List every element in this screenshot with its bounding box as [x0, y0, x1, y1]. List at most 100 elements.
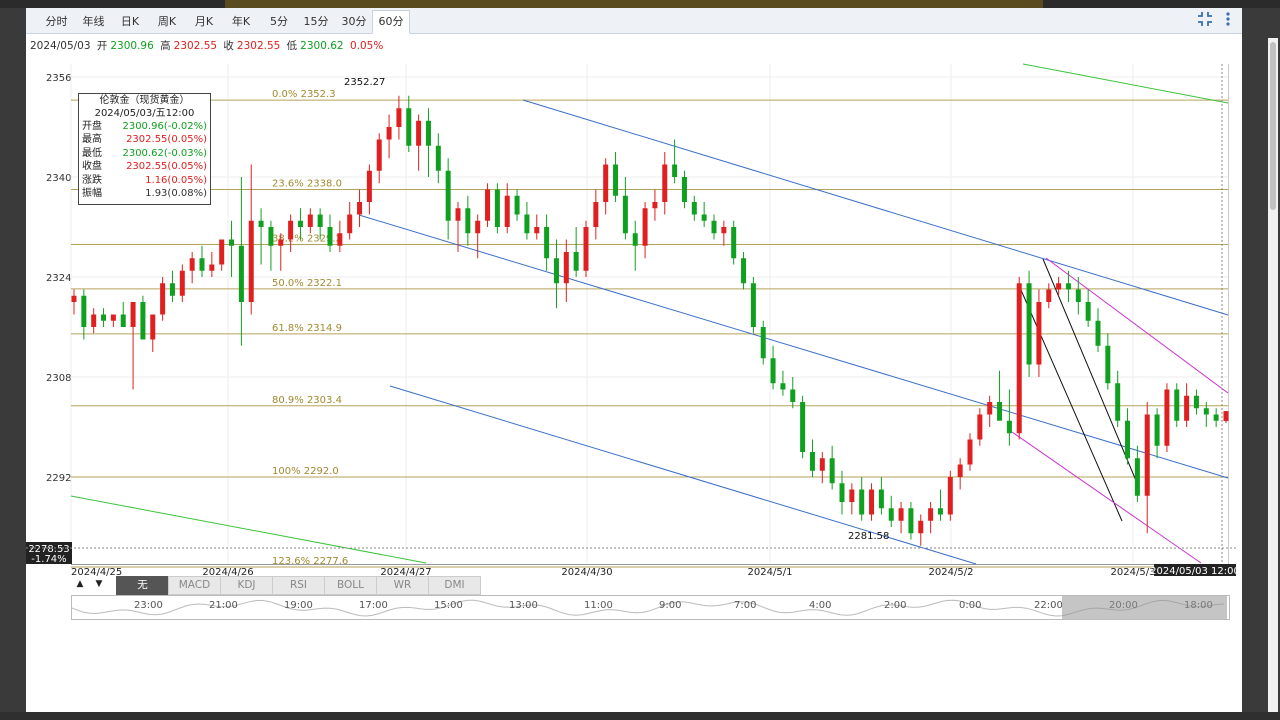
fib-label: 61.8% 2314.9	[272, 323, 342, 334]
ohlc-info-bar: 2024/05/03 开 2300.96 高 2302.55 收 2302.55 低2…	[30, 38, 386, 53]
navigator-time-label: 23:00	[134, 600, 163, 611]
window-top-strip	[0, 0, 1280, 8]
candle-body	[140, 302, 146, 340]
candle-body	[81, 295, 87, 327]
candle-body	[396, 108, 402, 127]
candle-body	[987, 402, 993, 415]
current-change-label: -1.74%	[31, 554, 66, 565]
tooltip-row-label: 最高	[82, 134, 102, 146]
info-low-value: 2300.62	[300, 40, 344, 52]
candle-body	[583, 227, 589, 271]
indicator-next-button[interactable]: ▼	[90, 576, 108, 593]
period-tabs: 分时 年线 日K 周K 月K 年K 5分 15分 30分 60分	[26, 8, 1242, 34]
time-navigator[interactable]: 23:00 21:00 19:00 17:00 15:00 13:00 11:00 9:00 7…	[71, 595, 1230, 620]
indicator-macd[interactable]: MACD	[168, 576, 221, 595]
candle-body	[918, 520, 924, 534]
candle-body	[347, 214, 353, 234]
tab-daily-k[interactable]: 日K	[115, 11, 145, 33]
indicator-prev-button[interactable]: ▲	[71, 576, 89, 593]
navigator-time-label: 13:00	[509, 600, 538, 611]
candle-body	[937, 508, 943, 515]
tab-intraday[interactable]: 分时	[39, 11, 74, 33]
trend-lines	[70, 63, 1229, 565]
tooltip-row-value: 2302.55(0.05%)	[126, 161, 207, 173]
candle-body	[839, 483, 845, 502]
candle-body	[563, 252, 569, 284]
more-vertical-icon[interactable]	[1223, 11, 1233, 31]
tooltip-row-label: 涨跌	[82, 174, 102, 186]
candle-body	[750, 283, 756, 327]
info-close-label: 收	[223, 40, 234, 52]
indicator-dmi[interactable]: DMI	[428, 576, 481, 595]
fib-label: 23.6% 2338.0	[272, 179, 342, 190]
navigator-time-label: 11:00	[584, 600, 613, 611]
tooltip-row-label: 振幅	[82, 187, 102, 199]
tab-monthly-k[interactable]: 月K	[189, 11, 219, 33]
candle-body	[534, 227, 540, 234]
tab-year-line[interactable]: 年线	[76, 11, 111, 33]
candle-body	[189, 258, 195, 271]
indicator-wr[interactable]: WR	[376, 576, 429, 595]
candle-body	[288, 220, 294, 240]
candle-body	[1184, 395, 1190, 421]
candle-body	[1065, 283, 1071, 290]
candle-body	[908, 508, 914, 534]
tab-weekly-k[interactable]: 周K	[152, 11, 182, 33]
indicator-none[interactable]: 无	[116, 576, 169, 595]
candle-body	[1144, 414, 1150, 496]
candle-body	[130, 302, 136, 327]
tooltip-row-value: 1.93(0.08%)	[145, 187, 207, 199]
tooltip-row-label: 最低	[82, 147, 102, 159]
tab-15min[interactable]: 15分	[301, 11, 331, 33]
candle-body	[869, 489, 875, 515]
indicator-boll[interactable]: BOLL	[324, 576, 377, 595]
candle-body	[622, 195, 628, 234]
navigator-selection-handle[interactable]	[1062, 596, 1227, 619]
candle-body	[524, 214, 530, 234]
candle-body	[1056, 283, 1062, 290]
candle-body	[701, 214, 707, 221]
info-close-value: 2302.55	[236, 40, 281, 52]
candle-body	[425, 120, 431, 146]
candle-body	[514, 195, 520, 215]
fibonacci-levels: 0.0% 2352.323.6% 2338.038.2% 2329.250.0%…	[71, 89, 1228, 568]
candle-body	[888, 508, 894, 521]
candle-body	[248, 220, 254, 302]
black-line-2	[1042, 258, 1138, 484]
candle-body	[829, 458, 835, 484]
y-tick-label: 2340	[46, 173, 71, 184]
navigator-time-label: 7:00	[734, 600, 757, 611]
trendline-green-bottom	[70, 495, 427, 564]
candle-body	[859, 489, 865, 515]
page-scrollbar[interactable]	[1268, 38, 1278, 712]
info-date: 2024/05/03	[30, 40, 91, 52]
candle-body	[504, 195, 510, 227]
tooltip-row-label: 收盘	[82, 161, 102, 173]
tab-yearly-k[interactable]: 年K	[226, 11, 256, 33]
candle-body	[229, 239, 235, 246]
candle-body	[160, 283, 166, 315]
candle-body	[465, 208, 471, 234]
tooltip-row: 最高 2302.55(0.05%)	[79, 133, 210, 146]
candle-body	[997, 402, 1003, 421]
candle-body	[691, 202, 697, 215]
tooltip-row-value: 2300.62(-0.03%)	[122, 147, 207, 159]
scrollbar-thumb[interactable]	[1270, 42, 1276, 210]
tab-30min[interactable]: 30分	[339, 11, 369, 33]
candle-body	[957, 464, 963, 477]
candle-body	[1174, 389, 1180, 421]
indicator-rsi[interactable]: RSI	[272, 576, 325, 595]
x-axis-label: 2024/4/26	[202, 567, 253, 576]
indicator-kdj[interactable]: KDJ	[220, 576, 273, 595]
tab-60min[interactable]: 60分	[372, 10, 410, 34]
candle-body	[258, 220, 264, 227]
candle-body	[376, 139, 382, 171]
candle-body	[947, 477, 953, 515]
tooltip-row: 涨跌 1.16(0.05%)	[79, 174, 210, 187]
candle-body	[416, 120, 422, 146]
tab-5min[interactable]: 5分	[264, 11, 294, 33]
collapse-icon[interactable]	[1197, 11, 1213, 31]
candle-body	[603, 164, 609, 202]
top-banner-strip	[225, 0, 1043, 8]
candle-body	[1154, 414, 1160, 446]
